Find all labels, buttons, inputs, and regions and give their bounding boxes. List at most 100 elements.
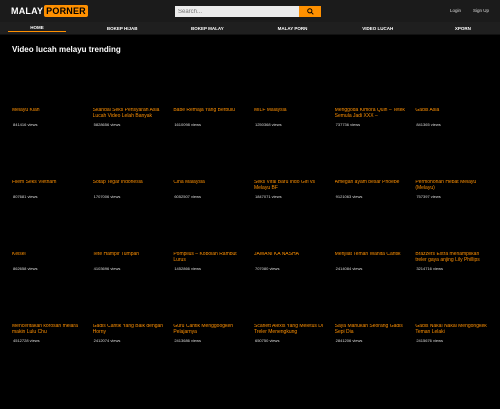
video-title[interactable]: Menggoda Kimora Quin – Tetek Semula Jadi… — [335, 108, 407, 120]
video-thumbnail[interactable] — [254, 286, 331, 324]
video-thumbnail[interactable] — [12, 142, 89, 180]
video-views: 6052507 views — [174, 194, 202, 199]
video-views: 707080 views — [254, 266, 280, 271]
search-input[interactable] — [175, 6, 299, 17]
video-thumbnail[interactable] — [173, 286, 250, 324]
video-title[interactable]: Cina Malaysia — [173, 180, 245, 192]
video-card[interactable]: JAWANI KA NASHA 707080 views — [252, 214, 333, 286]
video-title[interactable]: Menceritakan korosan melara makin Lulu C… — [12, 324, 84, 336]
video-title[interactable]: Seks Viral Baru Indo Girl vs Melayu BF — [254, 180, 326, 192]
video-card[interactable]: Saya Mahukan Seorang Gadis Sepi Dia 28412… — [333, 286, 414, 358]
video-thumbnail[interactable] — [254, 142, 331, 180]
video-title[interactable]: Babe Remaja Yang Berbulu — [173, 108, 245, 120]
video-title[interactable]: Permohonan Hebat Melayu (Melayu) — [415, 180, 487, 192]
video-views: 1250368 views — [254, 122, 282, 127]
video-title[interactable]: Scarlett Alexis Yang Meletus Di Treler M… — [254, 324, 326, 336]
video-title[interactable]: Saya Mahukan Seorang Gadis Sepi Dia — [335, 324, 407, 336]
video-thumbnail[interactable] — [415, 70, 492, 108]
video-title[interactable]: Skandal Seks Pensyarah Asia Lucah Video … — [93, 108, 165, 120]
video-title[interactable]: Guru Cantik Menggoogkeh Pelajarnya — [173, 324, 245, 336]
video-title[interactable]: Kelsei — [12, 252, 84, 264]
video-card[interactable]: Menggoda Kimora Quin – Tetek Semula Jadi… — [333, 70, 414, 142]
video-card[interactable]: Menceritakan korosan melara makin Lulu C… — [10, 286, 91, 358]
video-thumbnail[interactable] — [173, 214, 250, 252]
video-thumbnail[interactable] — [12, 214, 89, 252]
video-thumbnail[interactable] — [415, 214, 492, 252]
video-views: 9121063 views — [335, 194, 363, 199]
search-button[interactable] — [299, 6, 321, 17]
video-views: 4512728 views — [13, 338, 40, 343]
video-title[interactable]: MILF Malaysia — [254, 108, 326, 120]
video-card[interactable]: Tete Hampir Tumpah 4103696 views — [91, 214, 172, 286]
signup-link[interactable]: Sign Up — [473, 8, 489, 13]
video-card[interactable]: Gadis Asia 841365 views — [413, 70, 494, 142]
video-thumbnail[interactable] — [173, 142, 250, 180]
video-card[interactable]: Amegan ayam besar Phoebe 9121063 views — [333, 142, 414, 214]
video-card[interactable]: Guru Cantik Menggoogkeh Pelajarnya 241368… — [171, 286, 252, 358]
video-title[interactable]: Gadis Cantik Yang Baik dengan Horny — [93, 324, 165, 336]
search-icon — [306, 8, 314, 15]
logo-text-porner: PORNER — [44, 5, 88, 17]
video-title[interactable]: Menjilat Teman Wanita Cantik — [335, 252, 407, 264]
video-card[interactable]: Melayu Kiah 841416 views — [10, 70, 91, 142]
nav-malay-porn[interactable]: MALAY PORN — [264, 26, 322, 31]
video-card[interactable]: Babe Remaja Yang Berbulu 1610098 views — [171, 70, 252, 142]
video-title[interactable]: Brazzers Extra menampilkan treler gaya a… — [415, 252, 487, 264]
nav-video-lucah[interactable]: VIDEO LUCAH — [349, 26, 407, 31]
video-title[interactable]: Tete Hampir Tumpah — [93, 252, 165, 264]
video-card[interactable]: Gadis Nakal Nakal Mengongkek Teman Lelak… — [413, 286, 494, 358]
video-thumbnail[interactable] — [173, 70, 250, 108]
video-card[interactable]: Kelsei 862658 views — [10, 214, 91, 286]
video-card[interactable]: Gadis Cantik Yang Baik dengan Horny 24120… — [91, 286, 172, 358]
video-title[interactable]: JAWANI KA NASHA — [254, 252, 326, 264]
video-title[interactable]: Amegan ayam besar Phoebe — [335, 180, 407, 192]
video-card[interactable]: Cina Malaysia 6052507 views — [171, 142, 252, 214]
video-card[interactable]: Permohonan Hebat Melayu (Melayu) 757397 v… — [413, 142, 494, 214]
video-card[interactable]: Menjilat Teman Wanita Cantik 2414084 view… — [333, 214, 414, 286]
login-link[interactable]: Login — [450, 8, 461, 13]
video-thumbnail[interactable] — [93, 286, 170, 324]
video-card[interactable]: Skandal Seks Pensyarah Asia Lucah Video … — [91, 70, 172, 142]
nav-bokep-hijab[interactable]: BOKEP HIJAB — [93, 26, 151, 31]
video-views: 5828656 views — [93, 122, 121, 127]
video-thumbnail[interactable] — [12, 286, 89, 324]
video-thumbnail[interactable] — [335, 214, 412, 252]
site-logo[interactable]: MALAY PORNER — [11, 5, 88, 17]
nav-home[interactable]: HOME — [8, 25, 66, 32]
video-thumbnail[interactable] — [335, 142, 412, 180]
video-card[interactable]: Pompilus – Koboian Rambut Lurus 1452866 v… — [171, 214, 252, 286]
video-thumbnail[interactable] — [335, 70, 412, 108]
video-views: 737736 views — [335, 122, 361, 127]
top-bar: MALAY PORNER Login Sign Up — [0, 0, 500, 22]
video-title[interactable]: Melayu Kiah — [12, 108, 84, 120]
video-thumbnail[interactable] — [415, 286, 492, 324]
video-card[interactable]: Sotap Tegar Indonesia 1707006 views — [91, 142, 172, 214]
video-title[interactable]: Pompilus – Koboian Rambut Lurus — [173, 252, 245, 264]
video-thumbnail[interactable] — [254, 70, 331, 108]
video-title[interactable]: Sotap Tegar Indonesia — [93, 180, 165, 192]
search-box — [175, 6, 321, 17]
video-thumbnail[interactable] — [93, 214, 170, 252]
video-thumbnail[interactable] — [93, 70, 170, 108]
video-thumbnail[interactable] — [254, 214, 331, 252]
video-card[interactable]: MILF Malaysia 1250368 views — [252, 70, 333, 142]
video-card[interactable]: Brazzers Extra menampilkan treler gaya a… — [413, 214, 494, 286]
video-views: 862658 views — [13, 266, 38, 271]
video-card[interactable]: Seks Viral Baru Indo Girl vs Melayu BF 18… — [252, 142, 333, 214]
video-views: 3214716 views — [416, 266, 444, 271]
video-title[interactable]: Gadis Asia — [415, 108, 487, 120]
nav-xporn[interactable]: XPORN — [434, 26, 492, 31]
video-thumbnail[interactable] — [415, 142, 492, 180]
video-card[interactable]: Filem Seks Vietnam 807681 views — [10, 142, 91, 214]
account-links: Login Sign Up — [450, 8, 489, 13]
logo-text-malay: MALAY — [11, 6, 44, 16]
video-card[interactable]: Scarlett Alexis Yang Meletus Di Treler M… — [252, 286, 333, 358]
video-title[interactable]: Gadis Nakal Nakal Mengongkek Teman Lelak… — [415, 324, 487, 336]
video-thumbnail[interactable] — [335, 286, 412, 324]
video-views: 807681 views — [13, 194, 38, 199]
video-thumbnail[interactable] — [12, 70, 89, 108]
section-title: Video lucah melayu trending — [12, 45, 121, 54]
nav-bokep-malay[interactable]: BOKEP MALAY — [178, 26, 236, 31]
video-thumbnail[interactable] — [93, 142, 170, 180]
video-title[interactable]: Filem Seks Vietnam — [12, 180, 84, 192]
